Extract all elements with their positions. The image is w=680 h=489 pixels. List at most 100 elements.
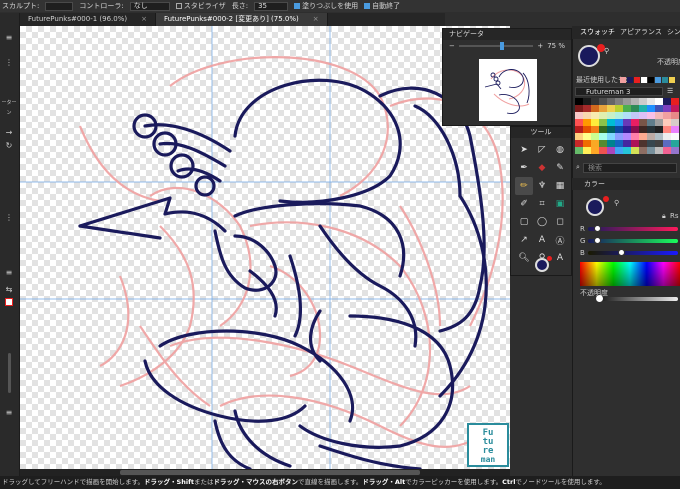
- stabilizer-checkbox[interactable]: スタビライザ: [175, 1, 226, 11]
- zoom-out-button[interactable]: −: [449, 42, 455, 50]
- opacity-slider-knob[interactable]: [596, 295, 603, 302]
- color-spectrum[interactable]: [580, 262, 680, 286]
- autoclose-checkbox[interactable]: 自動終了: [364, 1, 400, 11]
- swap-colors-icon[interactable]: ⇆: [2, 285, 16, 295]
- ellipse-tool-icon[interactable]: ◯: [533, 213, 551, 231]
- vertical-slider[interactable]: [8, 353, 11, 393]
- swatch-cell[interactable]: [631, 133, 639, 140]
- swatch-cell[interactable]: [575, 133, 583, 140]
- recent-swatch[interactable]: [662, 77, 668, 83]
- fill-checkbox[interactable]: 塗りつぶしを使用: [294, 1, 358, 11]
- swatch-cell[interactable]: [599, 105, 607, 112]
- swatch-cell[interactable]: [583, 147, 591, 154]
- table-text-icon[interactable]: A: [551, 249, 569, 267]
- swatch-cell[interactable]: [663, 105, 671, 112]
- swatch-cell[interactable]: [663, 119, 671, 126]
- vector-brush-icon[interactable]: ♆: [533, 177, 551, 195]
- search-input[interactable]: 検索: [583, 163, 677, 173]
- swatch-cell[interactable]: [575, 140, 583, 147]
- swatch-cell[interactable]: [639, 105, 647, 112]
- swatch-cell[interactable]: [623, 133, 631, 140]
- color-fill-swatch[interactable]: [586, 198, 604, 216]
- stroke-none-icon[interactable]: [5, 298, 13, 306]
- tab-swatches[interactable]: スウォッチ: [580, 26, 615, 39]
- recent-swatch[interactable]: [620, 77, 626, 83]
- menu-icon[interactable]: ≡: [2, 33, 16, 43]
- crop-tool-icon[interactable]: ⌗: [533, 195, 551, 213]
- eyedropper-icon[interactable]: ⚲: [604, 47, 609, 55]
- recent-swatch[interactable]: [648, 77, 654, 83]
- drawing-canvas[interactable]: Fu tu re man: [20, 26, 510, 469]
- swatch-cell[interactable]: [575, 126, 583, 133]
- frame-text-icon[interactable]: Ⓐ: [551, 231, 569, 249]
- swatch-cell[interactable]: [623, 119, 631, 126]
- zoom-in-button[interactable]: +: [537, 42, 543, 50]
- swatch-cell[interactable]: [663, 126, 671, 133]
- swatch-cell[interactable]: [639, 133, 647, 140]
- arrow-right-icon[interactable]: →: [2, 128, 16, 138]
- tab-appearance[interactable]: アピアランス: [620, 26, 662, 39]
- swatch-cell[interactable]: [655, 140, 663, 147]
- tab-symbols[interactable]: シンボル: [667, 26, 680, 39]
- swatch-cell[interactable]: [663, 133, 671, 140]
- swatch-cell[interactable]: [671, 133, 679, 140]
- swatch-cell[interactable]: [591, 126, 599, 133]
- swatch-cell[interactable]: [615, 133, 623, 140]
- swatch-cell[interactable]: [655, 147, 663, 154]
- swatch-cell[interactable]: [647, 112, 655, 119]
- swatch-cell[interactable]: [663, 112, 671, 119]
- swatch-cell[interactable]: [623, 98, 631, 105]
- swatch-cell[interactable]: [575, 147, 583, 154]
- zoom-slider-knob[interactable]: [499, 42, 504, 50]
- fill-tool-icon[interactable]: ◆: [533, 159, 551, 177]
- swatch-cell[interactable]: [639, 112, 647, 119]
- transparency-tool-icon[interactable]: ▣: [551, 195, 569, 213]
- swatch-cell[interactable]: [591, 98, 599, 105]
- eraser-tool-icon[interactable]: ✐: [515, 195, 533, 213]
- swatch-cell[interactable]: [583, 126, 591, 133]
- palette-menu-icon[interactable]: ☰: [667, 87, 673, 95]
- tab-document-1[interactable]: FuturePunks#000-1 (96.0%) ×: [20, 13, 156, 26]
- swatch-cell[interactable]: [607, 112, 615, 119]
- close-icon[interactable]: ×: [141, 15, 147, 23]
- swatch-cell[interactable]: [647, 119, 655, 126]
- swatch-cell[interactable]: [575, 119, 583, 126]
- swatch-cell[interactable]: [591, 119, 599, 126]
- swatch-cell[interactable]: [671, 147, 679, 154]
- recent-swatch[interactable]: [669, 77, 675, 83]
- swatch-cell[interactable]: [663, 140, 671, 147]
- swatch-cell[interactable]: [639, 126, 647, 133]
- swatch-cell[interactable]: [647, 140, 655, 147]
- swatch-cell[interactable]: [583, 98, 591, 105]
- shape-tool-icon[interactable]: ◻: [551, 213, 569, 231]
- swatch-cell[interactable]: [575, 98, 583, 105]
- swatch-cell[interactable]: [607, 147, 615, 154]
- node-tool-icon[interactable]: ◸: [533, 141, 551, 159]
- swatch-cell[interactable]: [671, 140, 679, 147]
- swatch-cell[interactable]: [607, 105, 615, 112]
- grip-icon[interactable]: ⋮: [2, 213, 16, 223]
- rotate-icon[interactable]: ↻: [2, 141, 16, 151]
- swatch-cell[interactable]: [599, 112, 607, 119]
- lock-icon[interactable]: 🔒︎: [662, 212, 666, 221]
- swatch-cell[interactable]: [647, 98, 655, 105]
- swatch-cell[interactable]: [655, 119, 663, 126]
- swatch-cell[interactable]: [631, 140, 639, 147]
- recent-swatch[interactable]: [641, 77, 647, 83]
- swatch-cell[interactable]: [607, 98, 615, 105]
- swatch-cell[interactable]: [575, 112, 583, 119]
- swatch-cell[interactable]: [615, 147, 623, 154]
- eyedropper-icon[interactable]: ⚲: [614, 199, 619, 207]
- swatch-cell[interactable]: [607, 119, 615, 126]
- swatch-cell[interactable]: [599, 98, 607, 105]
- swatch-cell[interactable]: [607, 140, 615, 147]
- swatch-cell[interactable]: [671, 98, 679, 105]
- slider-knob[interactable]: [594, 225, 601, 232]
- zoom-slider[interactable]: [458, 42, 534, 50]
- swatch-cell[interactable]: [671, 119, 679, 126]
- pencil-tool-icon[interactable]: ✏: [515, 177, 533, 195]
- opacity-slider[interactable]: [596, 297, 678, 301]
- blue-slider[interactable]: [588, 249, 678, 256]
- swatch-cell[interactable]: [647, 105, 655, 112]
- swatch-cell[interactable]: [591, 133, 599, 140]
